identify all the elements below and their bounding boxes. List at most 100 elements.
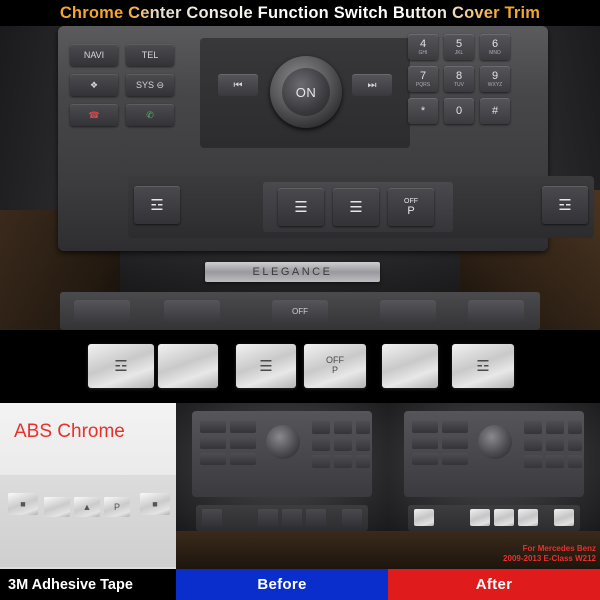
park-off-label: OFF xyxy=(404,197,418,205)
seat-heat-left-icon: ■ xyxy=(20,499,26,509)
lower-button-4[interactable] xyxy=(380,300,436,322)
park-brake-button[interactable]: OFF P xyxy=(388,188,434,226)
next-track-button[interactable]: ⏭ xyxy=(352,74,392,96)
abs-chip-3: ▲ xyxy=(74,497,100,517)
console-faceplate: NAVI TEL ❖ SYS ⊖ ☎ ✆ ⏮ ⏭ ON 4 GHI 5 JKL … xyxy=(58,26,594,251)
sys-button[interactable]: SYS ⊖ xyxy=(126,74,174,96)
abs-chip-4: P xyxy=(104,497,130,517)
before-num-9 xyxy=(356,455,370,468)
before-key-4 xyxy=(230,437,256,449)
seat-left-icon: ▲ xyxy=(82,502,92,512)
after-num-6 xyxy=(568,438,582,451)
key-6[interactable]: 6 MNO xyxy=(480,34,510,60)
key-5[interactable]: 5 JKL xyxy=(444,34,474,60)
numeric-keypad: 4 GHI 5 JKL 6 MNO 7 PQRS 8 TUV 9 WXYZ * … xyxy=(408,34,523,154)
before-key-6 xyxy=(230,453,256,465)
before-knob xyxy=(266,425,300,459)
before-num-8 xyxy=(334,455,352,468)
page-title: Chrome Center Console Function Switch Bu… xyxy=(59,3,541,22)
seat-heat-left-icon: ☲ xyxy=(114,358,128,375)
seat-adjust-right-button[interactable]: ☰ xyxy=(333,188,379,226)
after-key-4 xyxy=(442,437,468,449)
seat-heat-right-icon: ☲ xyxy=(558,197,572,214)
lower-button-5[interactable] xyxy=(468,300,524,322)
after-seat-row xyxy=(408,505,580,531)
after-num-9 xyxy=(568,455,582,468)
key-4[interactable]: 4 GHI xyxy=(408,34,438,60)
chip-park-brake: OFF P xyxy=(304,344,366,388)
seat-function-row: ☲ ☰ ☰ OFF P ☲ xyxy=(128,176,594,238)
seat-heater-left-button[interactable]: ☲ xyxy=(134,186,180,224)
chip-seat-heat-left: ☲ xyxy=(88,344,154,388)
after-num-2 xyxy=(546,421,564,434)
after-label: After xyxy=(475,576,513,593)
before-num-2 xyxy=(334,421,352,434)
chip-blank-left xyxy=(158,344,218,388)
volume-knob[interactable]: ON xyxy=(270,56,342,128)
before-panel: Before xyxy=(176,403,388,600)
abs-chrome-panel: ABS Chrome ■ ▲ P ■ 3M Adhesive Tape xyxy=(0,403,176,600)
navi-button[interactable]: NAVI xyxy=(70,44,118,66)
main-console-photo: NAVI TEL ❖ SYS ⊖ ☎ ✆ ⏮ ⏭ ON 4 GHI 5 JKL … xyxy=(0,0,600,330)
after-seat-left-chrome xyxy=(470,509,490,526)
after-panel: For Mercedes Benz 2009-2013 E-Class W212… xyxy=(388,403,600,600)
power-knob-label: ON xyxy=(282,68,330,116)
before-faceplate xyxy=(192,411,372,497)
seat-heat-right-icon: ☲ xyxy=(476,358,490,375)
before-key-1 xyxy=(200,421,226,433)
key-8[interactable]: 8 TUV xyxy=(444,66,474,92)
after-num-1 xyxy=(524,421,542,434)
tape-label-bar: 3M Adhesive Tape xyxy=(0,569,176,600)
park-brake-icon: P xyxy=(407,204,415,217)
after-key-5 xyxy=(412,453,438,465)
title-bar: Chrome Center Console Function Switch Bu… xyxy=(0,0,600,26)
after-seat-heat-left-chrome xyxy=(414,509,434,526)
before-key-3 xyxy=(200,437,226,449)
elegance-badge: ELEGANCE xyxy=(205,262,380,282)
tel-button[interactable]: TEL xyxy=(126,44,174,66)
seat-left-icon: ☰ xyxy=(259,358,273,375)
before-console-photo xyxy=(176,403,388,569)
media-button[interactable]: ❖ xyxy=(70,74,118,96)
seat-left-icon: ☰ xyxy=(294,199,308,216)
key-7[interactable]: 7 PQRS xyxy=(408,66,438,92)
after-key-1 xyxy=(412,421,438,433)
before-key-5 xyxy=(200,453,226,465)
call-button[interactable]: ✆ xyxy=(126,104,174,126)
before-seat-heat-right xyxy=(342,509,362,526)
before-seat-left xyxy=(258,509,278,526)
before-num-4 xyxy=(312,438,330,451)
key-star[interactable]: * xyxy=(408,98,438,124)
fitment-note: For Mercedes Benz 2009-2013 E-Class W212 xyxy=(503,544,596,564)
key-0[interactable]: 0 xyxy=(444,98,474,124)
before-num-6 xyxy=(356,438,370,451)
after-park-brake-chrome xyxy=(518,509,538,526)
before-num-5 xyxy=(334,438,352,451)
before-seat-right xyxy=(282,509,302,526)
abs-chip-5: ■ xyxy=(140,493,170,515)
lower-button-2[interactable] xyxy=(164,300,220,322)
hangup-button[interactable]: ☎ xyxy=(70,104,118,126)
fitment-line-1: For Mercedes Benz xyxy=(522,544,596,553)
before-num-1 xyxy=(312,421,330,434)
before-label-bar: Before xyxy=(176,569,388,600)
previous-track-button[interactable]: ⏮ xyxy=(218,74,258,96)
lower-control-strip: OFF xyxy=(60,292,540,330)
lower-button-off[interactable]: OFF xyxy=(272,300,328,322)
before-label: Before xyxy=(257,576,307,593)
abs-parts-photo: ■ ▲ P ■ xyxy=(0,475,176,567)
key-hash[interactable]: # xyxy=(480,98,510,124)
product-parts-strip: ☲ ☰ OFF P ☲ xyxy=(0,330,600,403)
after-seat-heat-right-chrome xyxy=(554,509,574,526)
after-num-8 xyxy=(546,455,564,468)
seat-right-icon: ☰ xyxy=(349,199,363,216)
before-park-brake xyxy=(306,509,326,526)
chip-seat-heat-right: ☲ xyxy=(452,344,514,388)
seat-heater-right-button[interactable]: ☲ xyxy=(542,186,588,224)
seat-adjust-left-button[interactable]: ☰ xyxy=(278,188,324,226)
key-9[interactable]: 9 WXYZ xyxy=(480,66,510,92)
before-key-2 xyxy=(230,421,256,433)
after-num-7 xyxy=(524,455,542,468)
lower-button-1[interactable] xyxy=(74,300,130,322)
abs-chrome-title: ABS Chrome xyxy=(14,421,125,442)
